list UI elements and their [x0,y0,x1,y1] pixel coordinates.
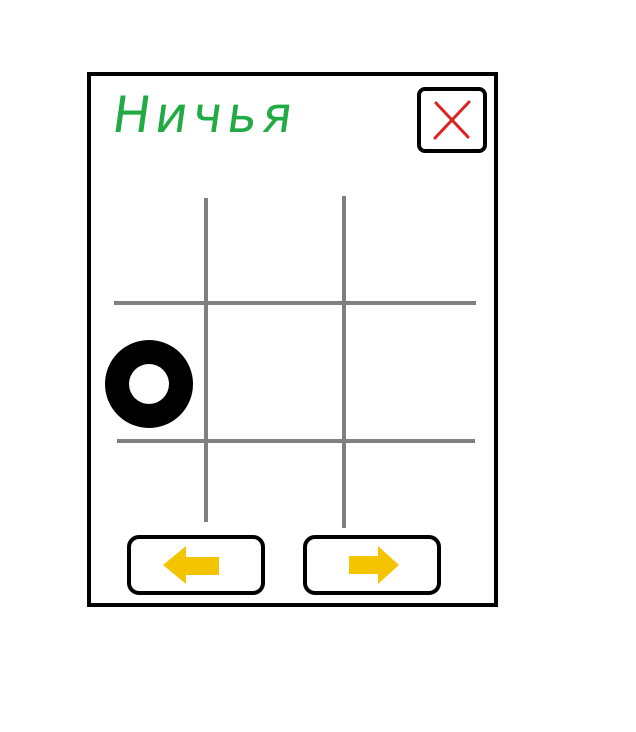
arrow-left-icon [163,546,219,584]
board-cell-0-1[interactable] [211,186,339,298]
board-cell-1-1[interactable] [211,308,339,436]
grid-line-vertical-1 [204,198,208,522]
close-button[interactable] [417,87,487,153]
board-cell-1-2[interactable] [349,308,477,436]
arrow-right-icon [349,546,399,584]
grid-line-vertical-2 [342,196,346,528]
previous-move-button[interactable] [127,535,265,595]
board-cell-0-0[interactable] [101,186,201,298]
app-screen: Ничья [0,0,636,732]
board-cell-2-1[interactable] [211,446,339,526]
board-cell-1-0[interactable] [101,308,201,436]
board-cell-2-0[interactable] [101,446,201,526]
game-board [91,76,494,603]
close-x-icon [433,100,471,140]
grid-line-horizontal-1 [114,301,476,305]
grid-line-horizontal-2 [117,439,475,443]
board-cell-2-2[interactable] [349,446,477,526]
game-window: Ничья [87,72,498,607]
board-cell-0-2[interactable] [349,186,477,298]
next-move-button[interactable] [303,535,441,595]
game-status-label: Ничья [108,86,302,144]
